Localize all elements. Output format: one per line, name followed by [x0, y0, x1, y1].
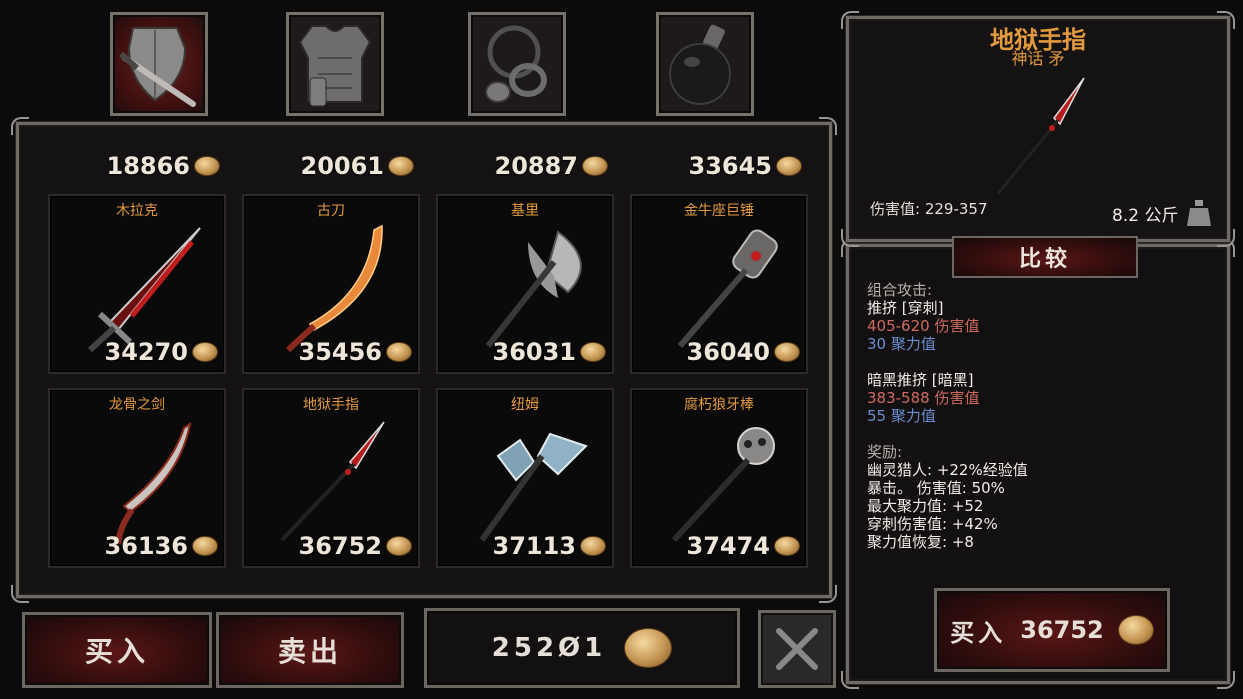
bone-sword-icon [115, 421, 192, 545]
item-name: 基里 [511, 203, 539, 219]
item-price: 20887 [494, 152, 579, 180]
weight-value: 8.2 公斤 [1112, 205, 1179, 226]
item-price: 36031 [492, 338, 577, 366]
close-icon [776, 628, 818, 670]
tab-rings[interactable] [468, 12, 566, 116]
coin-icon [386, 536, 412, 556]
coin-icon [582, 156, 608, 176]
coin-icon [580, 536, 606, 556]
attack-damage: 405-620 伤害值 [867, 317, 980, 335]
grid-item[interactable]: 20887 [436, 138, 614, 182]
detail-damage: 伤害值: 229-357 [870, 200, 988, 218]
coin-icon [386, 342, 412, 362]
attack-damage: 383-588 伤害值 [867, 389, 980, 407]
mace-icon [671, 427, 775, 543]
bonus-heading: 奖励: [867, 443, 903, 461]
spear-icon [280, 421, 385, 542]
grid-item[interactable]: 地狱手指 36752 [242, 388, 420, 568]
item-price: 36136 [104, 532, 189, 560]
coin-icon [388, 156, 414, 176]
item-price: 36040 [686, 338, 771, 366]
item-price: 37474 [686, 532, 771, 560]
bonus-line: 穿刺伤害值: +42% [867, 515, 998, 533]
sword-shield-icon [119, 27, 196, 107]
combo-heading: 组合攻击: [867, 281, 933, 299]
grid-item[interactable]: 纽姆 37113 [436, 388, 614, 568]
detail-item-type: 神话 矛 [1011, 49, 1065, 68]
item-name: 木拉克 [116, 203, 158, 219]
item-name: 腐朽狼牙棒 [684, 397, 754, 413]
grid-item[interactable]: 基里 36031 [436, 194, 614, 374]
coin-icon [192, 536, 218, 556]
axe-icon [485, 230, 582, 348]
compare-button[interactable]: 比较 [952, 236, 1138, 278]
close-button[interactable] [758, 610, 836, 688]
bonus-line: 幽灵猎人: +22%经验值 [867, 461, 1028, 479]
tab-weapons[interactable] [110, 12, 208, 116]
buy-price: 36752 [1020, 616, 1104, 644]
armor-icon [298, 25, 372, 107]
attack-focus: 55 聚力值 [867, 407, 936, 425]
item-price: 18866 [106, 152, 191, 180]
attack-name: 推挤 [穿刺] [867, 299, 944, 317]
item-name: 古刀 [317, 203, 345, 219]
sell-tab-label: 卖出 [277, 635, 342, 668]
gold-balance: 252Ø1 [424, 608, 740, 688]
grid-item[interactable]: 20061 [242, 138, 420, 182]
grid-item[interactable]: 18866 [48, 138, 226, 182]
attack-focus: 30 聚力值 [867, 335, 936, 353]
double-axe-icon [479, 432, 588, 542]
item-price: 34270 [104, 338, 189, 366]
grid-item[interactable]: 33645 [630, 138, 808, 182]
coin-icon [580, 342, 606, 362]
item-name: 地狱手指 [303, 397, 359, 413]
item-price: 20061 [300, 152, 385, 180]
buy-tab-label: 买入 [84, 635, 149, 668]
item-price: 36752 [298, 532, 383, 560]
compare-label: 比较 [1018, 247, 1071, 272]
gold-amount: 252Ø1 [491, 633, 607, 663]
coin-icon [776, 156, 802, 176]
weight-icon [1187, 200, 1212, 226]
grid-item[interactable]: 木拉克 34270 [48, 194, 226, 374]
grid-item[interactable]: 龙骨之剑 36136 [48, 388, 226, 568]
item-name: 纽姆 [511, 397, 539, 413]
bonus-line: 最大聚力值: +52 [867, 497, 984, 515]
item-name: 金牛座巨锤 [684, 203, 754, 219]
detail-weight: 8.2 公斤 [1112, 198, 1212, 228]
bonus-line: 暴击。 伤害值: 50% [867, 479, 1005, 497]
bonus-line: 聚力值恢复: +8 [867, 533, 974, 551]
spear-preview-icon [996, 77, 1085, 195]
attack-name: 暗黑推挤 [暗黑] [867, 371, 974, 389]
hammer-icon [677, 229, 778, 348]
rings-icon [485, 25, 547, 103]
buy-button[interactable]: 买入 36752 [934, 588, 1170, 672]
coin-icon [774, 342, 800, 362]
coin-stack-icon [624, 628, 673, 668]
buy-label: 买入 [950, 618, 1007, 647]
tab-potions[interactable] [656, 12, 754, 116]
potion-icon [669, 24, 731, 105]
greatsword-icon [87, 227, 201, 352]
item-price: 37113 [492, 532, 577, 560]
coin-icon [194, 156, 220, 176]
buy-tab-button[interactable]: 买入 [22, 612, 212, 688]
tab-armor[interactable] [286, 12, 384, 116]
coin-stack-icon [1117, 615, 1154, 645]
grid-item[interactable]: 金牛座巨锤 36040 [630, 194, 808, 374]
item-name: 龙骨之剑 [109, 397, 165, 413]
item-stats: 组合攻击: 推挤 [穿刺] 405-620 伤害值 30 聚力值 暗黑推挤 [暗… [867, 281, 1028, 551]
grid-item[interactable]: 腐朽狼牙棒 37474 [630, 388, 808, 568]
grid-item[interactable]: 古刀 35456 [242, 194, 420, 374]
sell-tab-button[interactable]: 卖出 [216, 612, 404, 688]
coin-icon [774, 536, 800, 556]
item-price: 35456 [298, 338, 383, 366]
item-price: 33645 [688, 152, 773, 180]
coin-icon [192, 342, 218, 362]
katana-icon [285, 224, 383, 352]
